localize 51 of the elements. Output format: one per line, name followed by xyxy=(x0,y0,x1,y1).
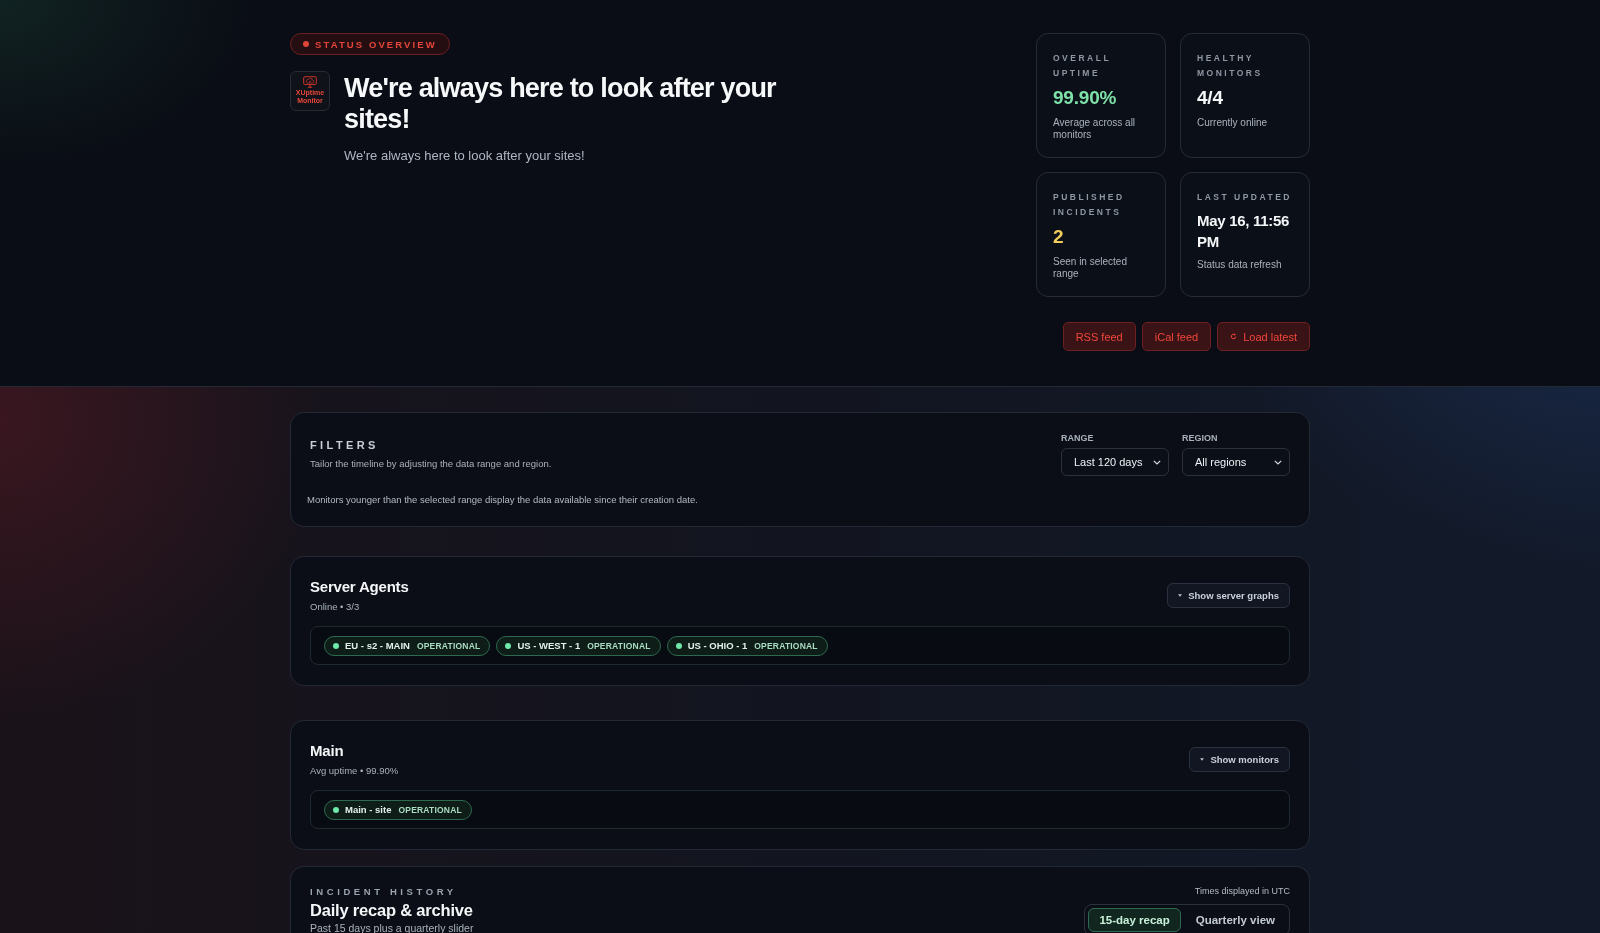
section-eyebrow: INCIDENT HISTORY xyxy=(310,885,458,899)
view-tab[interactable]: 15-day recap xyxy=(1088,908,1181,932)
status-label: OPERATIONAL xyxy=(754,640,818,651)
stat-value: May 16, 11:56 PM xyxy=(1197,211,1290,252)
dot-icon xyxy=(303,41,309,47)
chevron-down-icon xyxy=(1274,459,1282,465)
section-title: Daily recap & archive xyxy=(310,900,474,921)
stat-note: Average across all monitors xyxy=(1053,117,1137,141)
dropdown-select[interactable]: Last 120 days xyxy=(1061,448,1169,476)
stat-value: 99.90% xyxy=(1053,86,1118,110)
stat-label: LAST UPDATED xyxy=(1197,191,1293,204)
stat-label: PUBLISHED INCIDENTS xyxy=(1053,191,1126,219)
stat-note: Seen in selected range xyxy=(1053,256,1128,280)
caret-icon xyxy=(1200,758,1205,761)
monitor-icon xyxy=(303,76,317,88)
toggle-button[interactable]: Show monitors xyxy=(1189,747,1290,772)
feed-button[interactable]: RSS feed xyxy=(1062,322,1136,351)
stat-note: Status data refresh xyxy=(1197,259,1283,271)
feed-button[interactable]: iCal feed xyxy=(1141,322,1212,351)
group-title: Server Agents xyxy=(310,577,409,597)
timezone-note: Times displayed in UTC xyxy=(1194,885,1290,898)
chevron-down-icon xyxy=(1153,459,1161,465)
refresh-button[interactable]: Load latest xyxy=(1217,322,1310,351)
status-label: OPERATIONAL xyxy=(587,640,651,651)
select-label: REGION xyxy=(1182,432,1219,444)
badge-label: STATUS OVERVIEW xyxy=(315,38,437,50)
monitor-name: US - OHIO - 1 xyxy=(687,640,748,651)
monitor-name: Main - site xyxy=(345,804,392,815)
page-title: We're always here to look after your sites! xyxy=(344,72,777,135)
stat-value: 4/4 xyxy=(1197,86,1224,110)
page-subtitle: We're always here to look after your sites! xyxy=(344,147,586,164)
group-meta: Avg uptime • 99.90% xyxy=(310,764,399,778)
stat-label: HEALTHY MONITORS xyxy=(1197,52,1264,80)
filters-note: Monitors younger than the selected range display the data available since their creation date. xyxy=(307,493,699,507)
stat-label: OVERALL UPTIME xyxy=(1053,52,1112,80)
view-tab[interactable]: Quarterly view xyxy=(1184,908,1286,932)
filters-title: FILTERS xyxy=(310,438,380,452)
caret-icon xyxy=(1178,594,1183,597)
group-meta: Online • 3/3 xyxy=(310,600,361,614)
stat-value: 2 xyxy=(1053,225,1065,249)
select-label: RANGE xyxy=(1061,432,1095,444)
monitor-name: US - WEST - 1 xyxy=(517,640,581,651)
monitor-name: EU - s2 - MAIN xyxy=(345,640,410,651)
stat-note: Currently online xyxy=(1197,117,1269,129)
status-label: OPERATIONAL xyxy=(416,640,481,651)
refresh-icon xyxy=(1230,333,1238,340)
status-label: OPERATIONAL xyxy=(398,804,462,815)
filters-description: Tailor the timeline by adjusting the data range and region. xyxy=(310,457,552,470)
dropdown-select[interactable]: All regions xyxy=(1182,448,1290,476)
group-title: Main xyxy=(310,741,345,761)
toggle-button[interactable]: Show server graphs xyxy=(1167,583,1290,608)
